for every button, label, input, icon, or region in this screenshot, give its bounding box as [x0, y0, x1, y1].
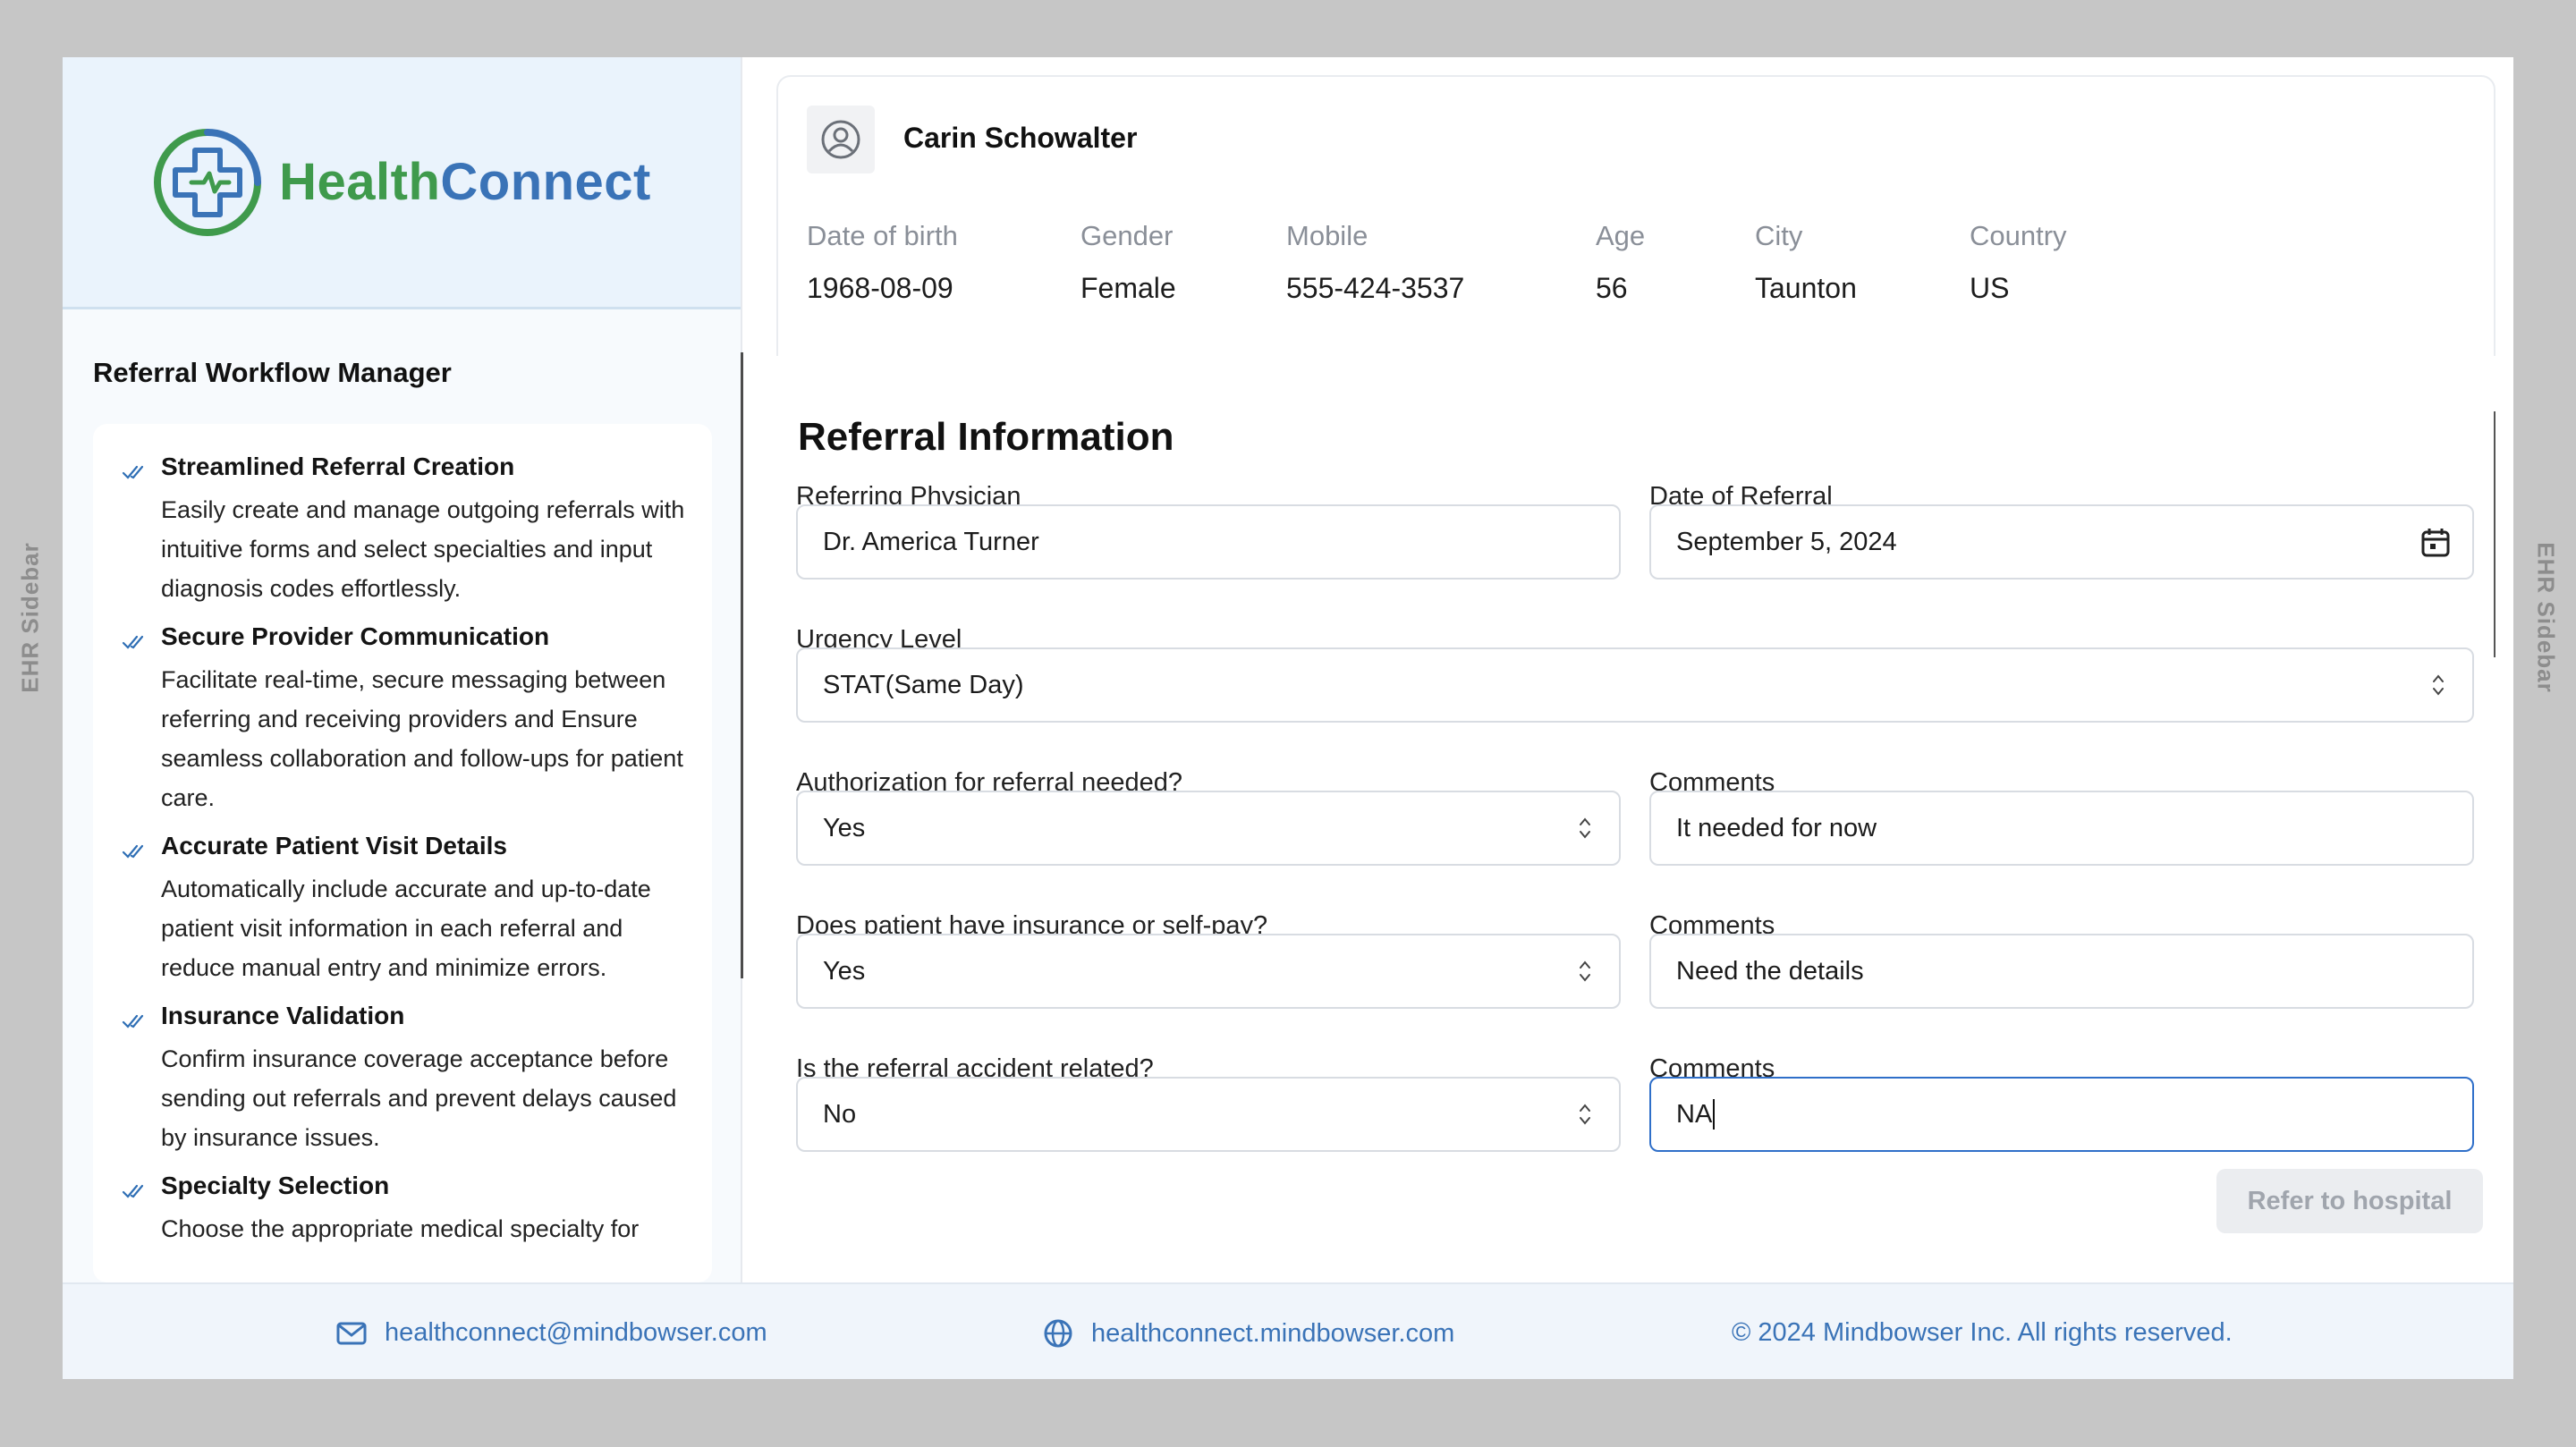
feature-description: Choose the appropriate medical specialty… [161, 1215, 640, 1242]
refer-to-hospital-button[interactable]: Refer to hospital [2216, 1169, 2483, 1233]
ehr-sidebar-label-left[interactable]: EHR Sidebar [17, 542, 45, 693]
ehr-sidebar-label-right[interactable]: EHR Sidebar [2532, 542, 2560, 693]
feature-description: Facilitate real-time, secure messaging b… [161, 666, 683, 811]
feature-item: Streamlined Referral Creation Easily cre… [122, 449, 685, 608]
physician-input[interactable]: Dr. America Turner [796, 504, 1621, 580]
info-value: Female [1080, 272, 1176, 304]
select-chevron-icon [1580, 1104, 1590, 1125]
globe-icon [1044, 1319, 1072, 1348]
info-label: City [1755, 220, 1803, 251]
double-check-icon [122, 631, 147, 817]
patient-card: Carin Schowalter Date of birth 1968-08-0… [776, 75, 2496, 393]
footer-website[interactable]: healthconnect.mindbowser.com [1091, 1319, 1454, 1349]
form-scrollbar[interactable] [2494, 411, 2496, 657]
double-check-icon [122, 841, 147, 987]
sidebar-title: Referral Workflow Manager [93, 357, 452, 388]
text-caret [1713, 1099, 1716, 1130]
info-value: US [1970, 272, 2010, 304]
feature-description: Automatically include accurate and up-to… [161, 876, 651, 981]
footer-copyright: © 2024 Mindbowser Inc. All rights reserv… [1732, 1318, 2233, 1347]
info-label: Gender [1080, 220, 1174, 251]
patient-age: Age 56 [1596, 220, 1645, 305]
calendar-icon[interactable] [2419, 526, 2453, 560]
select-chevron-icon [1580, 817, 1590, 839]
mail-icon [336, 1322, 367, 1344]
referral-title: Referral Information [798, 415, 1174, 459]
feature-description: Easily create and manage outgoing referr… [161, 496, 685, 602]
footer-website-link[interactable]: healthconnect.mindbowser.com [1043, 1318, 1454, 1349]
brand-name: HealthConnect [279, 153, 651, 211]
accident-value: No [823, 1099, 857, 1129]
footer: healthconnect@mindbowser.com healthconne… [63, 1282, 2513, 1379]
accident-comments-input[interactable]: NA [1649, 1077, 2474, 1152]
info-label: Mobile [1286, 220, 1368, 251]
info-value: Taunton [1755, 272, 1857, 304]
info-value: 56 [1596, 272, 1628, 304]
patient-name: Carin Schowalter [903, 122, 1138, 154]
feature-title: Insurance Validation [161, 1002, 405, 1029]
patient-gender: Gender Female [1080, 220, 1176, 305]
feature-item: Specialty Selection Choose the appropria… [122, 1168, 685, 1248]
feature-list: Streamlined Referral Creation Easily cre… [93, 424, 712, 1282]
patient-country: Country US [1970, 220, 2067, 305]
info-label: Age [1596, 220, 1646, 251]
patient-dob: Date of birth 1968-08-09 [807, 220, 958, 305]
logo-area: HealthConnect [63, 57, 741, 309]
feature-title: Secure Provider Communication [161, 622, 550, 650]
feature-title: Specialty Selection [161, 1172, 390, 1199]
sidebar-scrollbar[interactable] [741, 352, 743, 978]
feature-title: Accurate Patient Visit Details [161, 832, 507, 859]
insurance-comments-input[interactable]: Need the details [1649, 934, 2474, 1009]
info-label: Date of birth [807, 220, 958, 251]
feature-item: Insurance Validation Confirm insurance c… [122, 998, 685, 1157]
patient-city: City Taunton [1755, 220, 1857, 305]
accident-comments-value: NA [1676, 1099, 1713, 1129]
footer-email[interactable]: healthconnect@mindbowser.com [385, 1318, 767, 1348]
urgency-value: STAT(Same Day) [823, 670, 1024, 699]
double-check-icon [122, 461, 147, 608]
double-check-icon [122, 1011, 147, 1157]
info-value: 555-424-3537 [1286, 272, 1465, 304]
footer-email-link[interactable]: healthconnect@mindbowser.com [336, 1318, 767, 1348]
user-avatar-icon [807, 106, 875, 173]
app-window: HealthConnect Referral Workflow Manager … [63, 57, 2513, 1379]
feature-item: Secure Provider Communication Facilitate… [122, 619, 685, 817]
authorization-value: Yes [823, 813, 866, 842]
accident-select[interactable]: No [796, 1077, 1621, 1152]
feature-item: Accurate Patient Visit Details Automatic… [122, 828, 685, 987]
select-chevron-icon [2433, 674, 2444, 696]
urgency-select[interactable]: STAT(Same Day) [796, 647, 2474, 723]
select-chevron-icon [1580, 960, 1590, 982]
feature-title: Streamlined Referral Creation [161, 453, 515, 480]
referral-date-value: September 5, 2024 [1676, 527, 1897, 556]
info-label: Country [1970, 220, 2067, 251]
insurance-value: Yes [823, 956, 866, 986]
patient-mobile: Mobile 555-424-3537 [1286, 220, 1464, 305]
authorization-select[interactable]: Yes [796, 791, 1621, 866]
feature-description: Confirm insurance coverage acceptance be… [161, 1045, 677, 1151]
sidebar: HealthConnect Referral Workflow Manager … [63, 57, 742, 1282]
authorization-comments-input[interactable]: It needed for now [1649, 791, 2474, 866]
referral-date-input[interactable]: September 5, 2024 [1649, 504, 2474, 580]
double-check-icon [122, 1180, 147, 1248]
insurance-select[interactable]: Yes [796, 934, 1621, 1009]
healthconnect-logo-icon [154, 128, 262, 236]
info-value: 1968-08-09 [807, 272, 953, 304]
